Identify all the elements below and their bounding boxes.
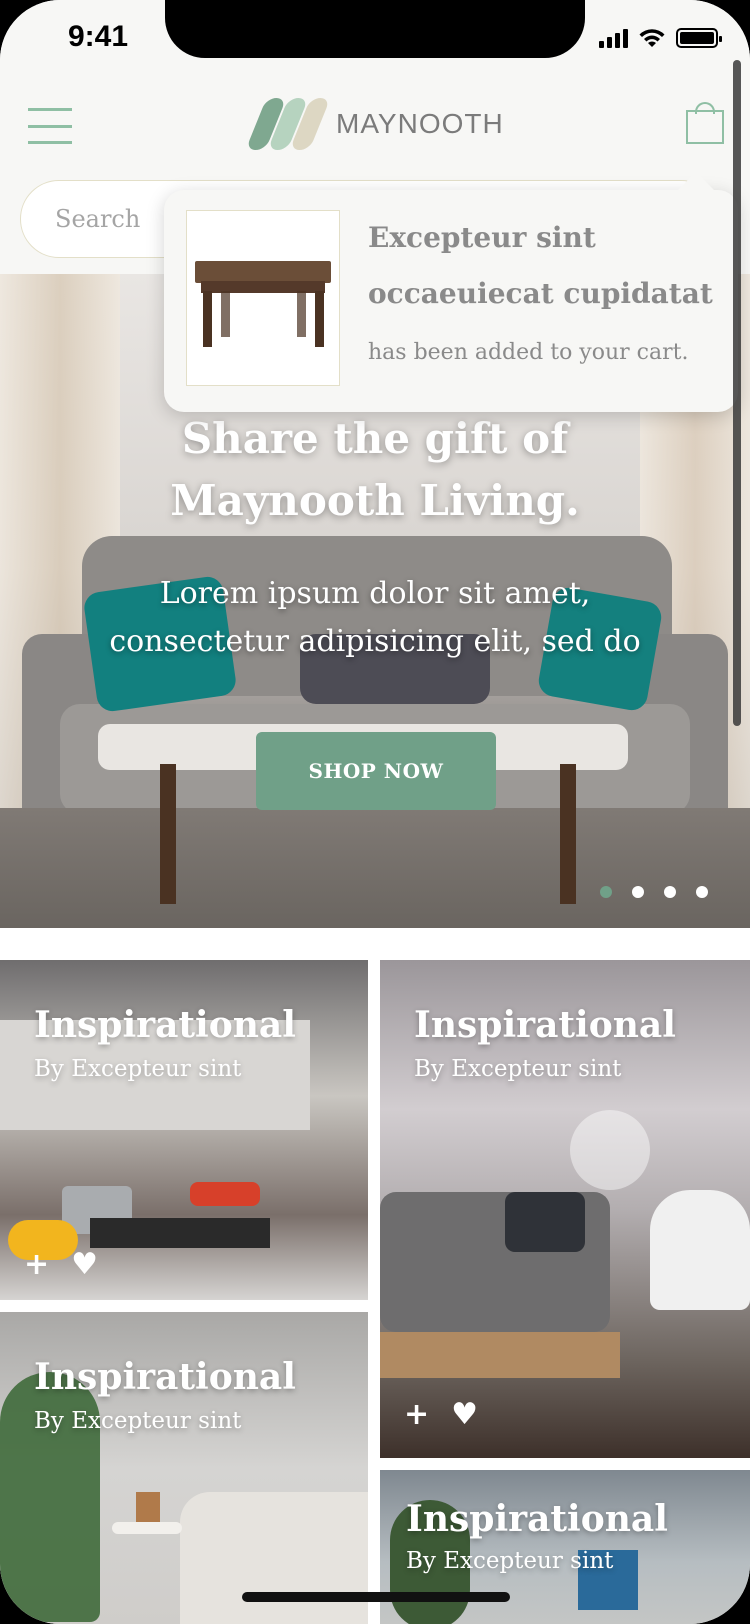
- card-title: Inspirational: [34, 1004, 296, 1046]
- home-indicator[interactable]: [242, 1592, 510, 1602]
- heart-icon[interactable]: ♥: [71, 1250, 98, 1280]
- product-thumbnail[interactable]: [186, 210, 340, 386]
- hero-title: Share the gift of Maynooth Living.: [0, 408, 750, 532]
- status-time: 9:41: [68, 20, 129, 53]
- cart-added-popup: Excepteur sint occaeuiecat cupidatat has…: [164, 172, 738, 412]
- hero-subtitle-line: consectetur adipisicing elit, sed do: [109, 624, 641, 659]
- inspiration-card[interactable]: Inspirational By Excepteur sint + ♥: [0, 960, 368, 1300]
- hero-image-table-leg: [160, 764, 176, 904]
- carousel-dots: [600, 886, 708, 898]
- phone-screen: 9:41 MAYNOOTH Search Share the gift of M…: [0, 0, 750, 1624]
- hero-title-line: Share the gift of: [181, 414, 569, 463]
- hero-image-table-leg: [560, 764, 576, 904]
- brand-name: MAYNOOTH: [336, 108, 504, 139]
- status-bar: 9:41: [0, 0, 750, 66]
- card-subtitle: By Excepteur sint: [34, 1056, 242, 1082]
- popup-arrow: [676, 172, 716, 192]
- hero-image-floor: [0, 808, 750, 928]
- popup-message: has been added to your cart.: [368, 340, 689, 365]
- card-title: Inspirational: [406, 1498, 668, 1540]
- card-subtitle: By Excepteur sint: [406, 1548, 614, 1574]
- card-image-table: [380, 1332, 620, 1378]
- notch: [165, 0, 585, 58]
- card-image-stool: [112, 1522, 182, 1534]
- plus-icon[interactable]: +: [404, 1400, 429, 1430]
- carousel-dot[interactable]: [600, 886, 612, 898]
- card-image-cookware: [190, 1182, 260, 1206]
- card-subtitle: By Excepteur sint: [34, 1408, 242, 1434]
- popup-product-name[interactable]: Excepteur sint occaeuiecat cupidatat: [368, 210, 718, 322]
- scrollbar[interactable]: [733, 60, 741, 726]
- card-actions: + ♥: [404, 1400, 478, 1430]
- shopping-bag-icon[interactable]: [686, 102, 724, 144]
- shop-now-button[interactable]: SHOP NOW: [256, 732, 496, 810]
- card-image-lamp: [570, 1110, 650, 1190]
- carousel-dot[interactable]: [632, 886, 644, 898]
- signal-icon: [599, 28, 628, 48]
- hamburger-menu-icon[interactable]: [28, 108, 72, 144]
- battery-icon: [676, 28, 722, 48]
- hero-title-line: Maynooth Living.: [170, 476, 580, 525]
- brand-logo-icon: [245, 98, 331, 150]
- card-image-stove: [90, 1218, 270, 1248]
- brand-logo[interactable]: MAYNOOTH: [245, 98, 504, 150]
- card-image-pillow: [505, 1192, 585, 1252]
- heart-icon[interactable]: ♥: [451, 1400, 478, 1430]
- card-image-plant-pot: [136, 1492, 160, 1522]
- hero-subtitle: Lorem ipsum dolor sit amet, consectetur …: [0, 570, 750, 666]
- card-title: Inspirational: [414, 1004, 676, 1046]
- hero-subtitle-line: Lorem ipsum dolor sit amet,: [159, 576, 591, 611]
- card-subtitle: By Excepteur sint: [414, 1056, 622, 1082]
- card-actions: + ♥: [24, 1250, 98, 1280]
- wifi-icon: [639, 29, 665, 47]
- inspiration-card[interactable]: Inspirational By Excepteur sint + ♥: [380, 960, 750, 1458]
- status-icons: [599, 28, 722, 48]
- inspiration-card[interactable]: Inspirational By Excepteur sint: [0, 1312, 368, 1624]
- plus-icon[interactable]: +: [24, 1250, 49, 1280]
- carousel-dot[interactable]: [664, 886, 676, 898]
- carousel-dot[interactable]: [696, 886, 708, 898]
- card-image-sofa: [180, 1492, 368, 1624]
- card-title: Inspirational: [34, 1356, 296, 1398]
- card-image-chair: [650, 1190, 750, 1310]
